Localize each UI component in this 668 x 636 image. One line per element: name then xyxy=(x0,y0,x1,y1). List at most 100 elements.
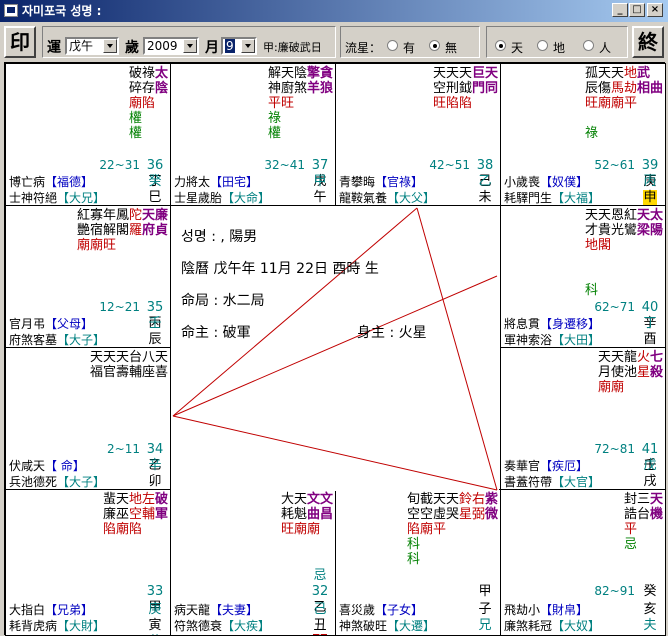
palace-si[interactable]: 破祿太 碎存陰 廟陷 權 權 22~31 36丁 博亡病【福德】 士神符絕【大兄… xyxy=(5,63,171,206)
maximize-button[interactable]: □ xyxy=(629,3,645,17)
palace-chen[interactable]: 紅寡年鳳陀天廉 艷宿解閣羅府貞 廟廟旺 12~21 35丙 官月弔【父母】 府煞客墓… xyxy=(5,205,171,348)
palace-branch: 己丑命 xyxy=(307,602,333,635)
palace-row1: 青攀晦【官祿】 xyxy=(339,175,424,189)
view-earth-label: 地 xyxy=(553,41,566,55)
palace-mao[interactable]: 天天天台八天 福官壽輔座喜 2~11 34乙 伏咸天【 命】 兵池德死【大子】 辛… xyxy=(5,347,171,490)
palace-row2: 廉煞耗冠【大奴】 xyxy=(504,619,601,633)
palace-row2: 書蓋符帶【大官】 xyxy=(504,475,601,489)
flow-yes-label: 有 xyxy=(403,41,416,55)
chevron-down-icon xyxy=(241,39,255,53)
shen-zhu-line: 身主 : 火星 xyxy=(357,325,427,341)
view-human-radio[interactable] xyxy=(583,40,594,51)
title-bar: 자미포국 성명 : _ □ × xyxy=(0,0,668,22)
palace-branch: 戊戌子 xyxy=(643,458,657,489)
palace-branch: 子兄 xyxy=(478,602,492,633)
palace-branch: 亥夫 xyxy=(643,602,657,633)
fortune-select[interactable]: 戊午 xyxy=(65,37,119,55)
chevron-down-icon xyxy=(183,39,197,53)
name-line: 성명 : , 陽男 xyxy=(181,229,258,245)
palace-row1: 力將太【田宅】 xyxy=(174,175,259,189)
palace-you[interactable]: 天天恩紅天太 才貴光鸞梁陽 地閣科 62~71 40辛 將息貫【身遷移】 軍神索浴【… xyxy=(500,205,666,348)
palace-row2: 龍鞍氣養【大父】 xyxy=(339,191,436,205)
age-range: 12~21 xyxy=(99,300,140,314)
age-range: 72~81 xyxy=(594,442,635,456)
star-transform: 權 xyxy=(128,126,142,141)
palace-row1: 飛劫小【財帛】 xyxy=(504,603,589,617)
star-pair: 破祿太 xyxy=(128,66,168,81)
palace-row1: 大指白【兄弟】 xyxy=(9,603,94,617)
flow-no-radio[interactable] xyxy=(429,40,440,51)
palace-row1: 小歲喪【奴僕】 xyxy=(504,175,589,189)
palace-row1: 博亡病【福德】 xyxy=(9,175,94,189)
palace-row1: 奏華官【疾厄】 xyxy=(504,459,589,473)
view-group: 天 地 人 xyxy=(486,26,628,58)
palace-zi[interactable]: 旬截天天鈴右紫 空空虛哭星弼微 陷廟平科科 甲 喜災歲【子女】 神煞破旺【大遷】 子… xyxy=(335,489,501,636)
app-icon xyxy=(4,4,18,17)
palace-hai[interactable]: 封三天 誥台機平忌 82~91 癸 飛劫小【財帛】 廉煞耗冠【大奴】 亥夫 xyxy=(500,489,666,636)
flow-no-label: 無 xyxy=(445,41,458,55)
palace-branch: 丁酉財 xyxy=(643,316,657,347)
palace-branch: 辛卯福 xyxy=(148,458,162,489)
palace-branch: 壬辰田 xyxy=(148,316,162,347)
palace-row2: 兵池德死【大子】 xyxy=(9,475,106,489)
center-info-panel: 성명 : , 陽男 陰曆 戊午年 11月 22日 酉時 生 命局 : 水二局 命… xyxy=(171,206,499,491)
age-range: 42~51 xyxy=(429,158,470,172)
palace-row2: 耗背虎病【大財】 xyxy=(9,619,106,633)
palace-branch: 庚寅父 xyxy=(148,602,162,635)
palace-row2: 士神符絕【大兄】 xyxy=(9,191,106,205)
age-range: 82~91 xyxy=(594,584,635,598)
palace-xu[interactable]: 天天龍火七 月使池星殺 廟廟 72~81 41壬 奏華官【疾厄】 書蓋符帶【大官】 … xyxy=(500,347,666,490)
fortune-label: 運 xyxy=(47,40,61,56)
month-select[interactable]: 9 xyxy=(221,37,257,55)
palace-row2: 士星歲胎【大命】 xyxy=(174,191,271,205)
palace-branch: 乙未遷 xyxy=(478,174,492,205)
view-earth-radio[interactable] xyxy=(537,40,548,51)
palace-shen[interactable]: 孤天天地武 辰傷馬劫相曲 旺廟廟平祿 52~61 39庚 小歲喪【奴僕】 耗驛門生【… xyxy=(500,63,666,206)
palace-row2: 府煞客墓【大子】 xyxy=(9,333,106,347)
ming-ju-line: 命局 : 水二局 xyxy=(181,293,265,309)
star-state: 廟陷 xyxy=(128,96,155,111)
triangle-lines xyxy=(172,207,498,491)
palace-row1: 喜災歲【子女】 xyxy=(339,603,424,617)
lunar-date-line: 陰曆 戊午年 11月 22日 酉時 生 xyxy=(181,261,379,277)
close-button[interactable]: × xyxy=(647,3,663,17)
star-pair: 碎存陰 xyxy=(128,81,168,96)
palace-row2: 耗驛門生【大福】 xyxy=(504,191,601,205)
stem-branch: 甲 xyxy=(478,584,492,599)
palace-row1: 伏咸天【 命】 xyxy=(9,459,85,473)
month-label: 月 xyxy=(205,40,219,56)
palace-branch: 癸巳官 xyxy=(148,174,162,205)
stem-branch: 癸 xyxy=(643,584,657,599)
flow-star-group: 流星： 有 無 xyxy=(340,26,480,58)
ming-zhu-line: 命主 : 破軍 xyxy=(181,325,251,341)
flow-label: 流星： xyxy=(345,41,382,55)
fortune-group: 運 戊午 歲 2009 月 9 甲:廉破武日 xyxy=(42,26,336,58)
age-range: 22~31 xyxy=(99,158,140,172)
end-button[interactable]: 終 xyxy=(632,26,664,58)
view-heaven-radio[interactable] xyxy=(495,40,506,51)
palace-chou[interactable]: 大天文文耗魁曲昌旺廟廟 忌32乙 病天龍【夫妻】 符煞德衰【大疾】 己丑命 xyxy=(170,489,336,636)
flow-yes-radio[interactable] xyxy=(387,40,398,51)
year-label: 歲 xyxy=(125,40,139,56)
palace-row1: 官月弔【父母】 xyxy=(9,317,94,331)
palace-branch: 甲午奴 xyxy=(313,174,327,205)
age-range: 52~61 xyxy=(594,158,635,172)
window-title: 자미포국 성명 : xyxy=(22,4,102,18)
minimize-button[interactable]: _ xyxy=(612,3,628,17)
palace-row2: 符煞德衰【大疾】 xyxy=(174,619,271,633)
info-text: 甲:廉破武日 xyxy=(263,41,322,54)
view-human-label: 人 xyxy=(599,41,612,55)
year-select[interactable]: 2009 xyxy=(143,37,199,55)
palace-row2: 神煞破旺【大遷】 xyxy=(339,619,436,633)
palace-yin[interactable]: 蜚天地左破廉巫空輔軍陷廟陷 33甲 大指白【兄弟】 耗背虎病【大財】 庚寅父 xyxy=(5,489,171,636)
chart-board: 破祿太 碎存陰 廟陷 權 權 22~31 36丁 博亡病【福德】 士神符絕【大兄… xyxy=(4,62,666,636)
palace-row2: 軍神索浴【大田】 xyxy=(504,333,601,347)
print-button[interactable]: 印 xyxy=(4,26,36,58)
palace-wei[interactable]: 天天天巨天 空刑鉞門同 旺陷陷 42~51 38己 青攀晦【官祿】 龍鞍氣養【大父】… xyxy=(335,63,501,206)
chevron-down-icon xyxy=(103,39,117,53)
age-range: 62~71 xyxy=(594,300,635,314)
palace-wu[interactable]: 解天陰擎貪 神廚煞羊狼 平旺祿權 32~41 37戊 力將太【田宅】 士星歲胎【大命… xyxy=(170,63,336,206)
palace-branch: 丙申疾 xyxy=(643,174,657,205)
view-heaven-label: 天 xyxy=(511,41,524,55)
star-transform: 權 xyxy=(128,111,142,126)
